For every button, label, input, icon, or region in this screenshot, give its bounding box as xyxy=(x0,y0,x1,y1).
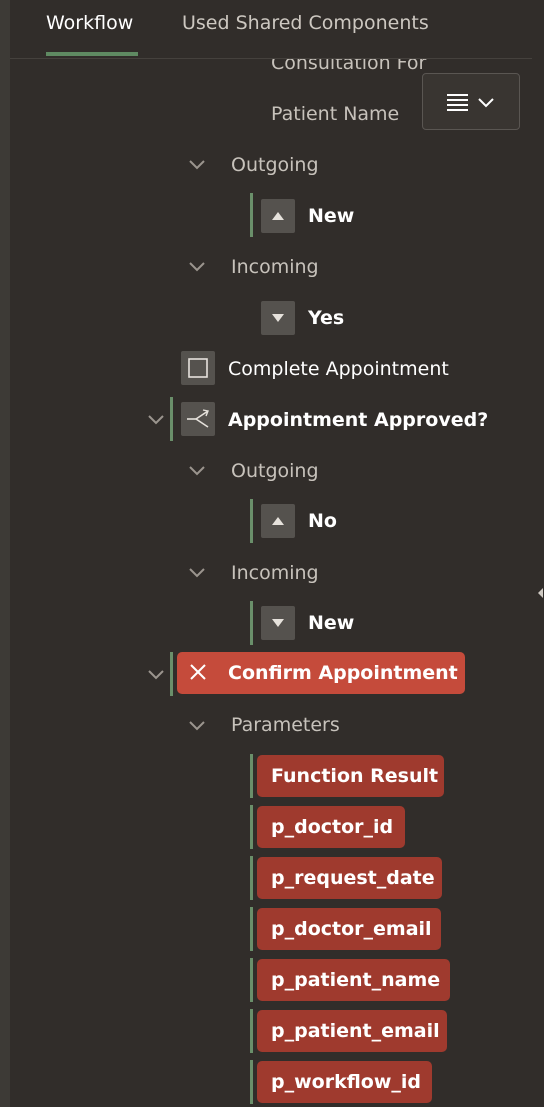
tab-bar: Workflow Used Shared Components xyxy=(10,0,532,58)
yes-connection-label[interactable]: Yes xyxy=(308,303,344,333)
incoming-node-label[interactable]: Incoming xyxy=(231,252,319,282)
arrow-up-icon xyxy=(261,199,295,233)
splitter[interactable] xyxy=(532,0,544,1107)
complete-appointment-label[interactable]: Complete Appointment xyxy=(228,354,449,384)
selection-indicator xyxy=(250,754,253,798)
parameter-item[interactable]: p_doctor_id xyxy=(257,806,405,848)
selection-indicator xyxy=(250,499,253,543)
outgoing-node-label[interactable]: Outgoing xyxy=(231,150,319,180)
new-connection-label[interactable]: New xyxy=(308,201,354,231)
parameter-label: p_request_date xyxy=(271,867,435,889)
collapse-arrow-icon[interactable] xyxy=(538,588,543,598)
no-connection-label[interactable]: No xyxy=(308,506,337,536)
selection-indicator xyxy=(250,805,253,849)
parameter-item[interactable]: p_request_date xyxy=(257,857,442,899)
parameter-item[interactable]: p_doctor_email xyxy=(257,908,441,950)
selection-indicator xyxy=(170,397,173,441)
chevron-down-icon[interactable] xyxy=(186,460,208,482)
active-tab-indicator xyxy=(46,52,138,56)
chevron-down-icon[interactable] xyxy=(186,256,208,278)
parameter-label: p_patient_name xyxy=(271,969,441,991)
left-edge-strip xyxy=(0,0,10,1107)
square-icon xyxy=(181,351,215,385)
parameter-item[interactable]: p_patient_email xyxy=(257,1010,447,1052)
arrow-down-icon xyxy=(261,301,295,335)
selection-indicator xyxy=(250,958,253,1002)
parameter-label: p_doctor_email xyxy=(271,918,432,940)
chevron-down-icon[interactable] xyxy=(145,664,167,686)
selection-indicator xyxy=(250,856,253,900)
selection-indicator xyxy=(250,1060,253,1104)
workflow-tree: Consultation For Patient Name Outgoing N… xyxy=(10,59,532,1107)
parameter-label: p_workflow_id xyxy=(271,1071,422,1093)
parameter-item[interactable]: p_patient_name xyxy=(257,959,450,1001)
switch-icon xyxy=(181,402,215,436)
chevron-down-icon[interactable] xyxy=(186,715,208,737)
arrow-down-icon xyxy=(261,606,295,640)
parameter-label: p_patient_email xyxy=(271,1020,440,1042)
selection-indicator xyxy=(250,601,253,645)
selection-indicator xyxy=(250,193,253,237)
tab-used-shared-components[interactable]: Used Shared Components xyxy=(182,8,429,38)
parameters-label[interactable]: Parameters xyxy=(231,710,340,740)
x-icon xyxy=(190,664,206,680)
confirm-appointment-label: Confirm Appointment xyxy=(228,662,458,684)
arrow-up-icon xyxy=(261,504,295,538)
appointment-approved-label[interactable]: Appointment Approved? xyxy=(228,405,488,435)
parameter-item[interactable]: Function Result xyxy=(257,755,444,797)
chevron-down-icon[interactable] xyxy=(186,154,208,176)
parameter-label: p_doctor_id xyxy=(271,816,394,838)
selection-indicator xyxy=(170,652,173,696)
consultation-for-label[interactable]: Consultation For xyxy=(271,59,426,78)
patient-name-label[interactable]: Patient Name xyxy=(271,99,399,129)
parameter-item[interactable]: p_workflow_id xyxy=(257,1061,432,1103)
incoming-node-label[interactable]: Incoming xyxy=(231,558,319,588)
chevron-down-icon[interactable] xyxy=(145,409,167,431)
outgoing-node-label[interactable]: Outgoing xyxy=(231,456,319,486)
menu-button[interactable] xyxy=(422,73,520,130)
confirm-appointment-node[interactable]: Confirm Appointment xyxy=(177,652,465,694)
new-connection-label[interactable]: New xyxy=(308,608,354,638)
selection-indicator xyxy=(250,1009,253,1053)
menu-icon xyxy=(447,94,494,111)
parameter-label: Function Result xyxy=(271,765,439,787)
tab-workflow[interactable]: Workflow xyxy=(46,8,133,38)
selection-indicator xyxy=(250,907,253,951)
chevron-down-icon[interactable] xyxy=(186,562,208,584)
